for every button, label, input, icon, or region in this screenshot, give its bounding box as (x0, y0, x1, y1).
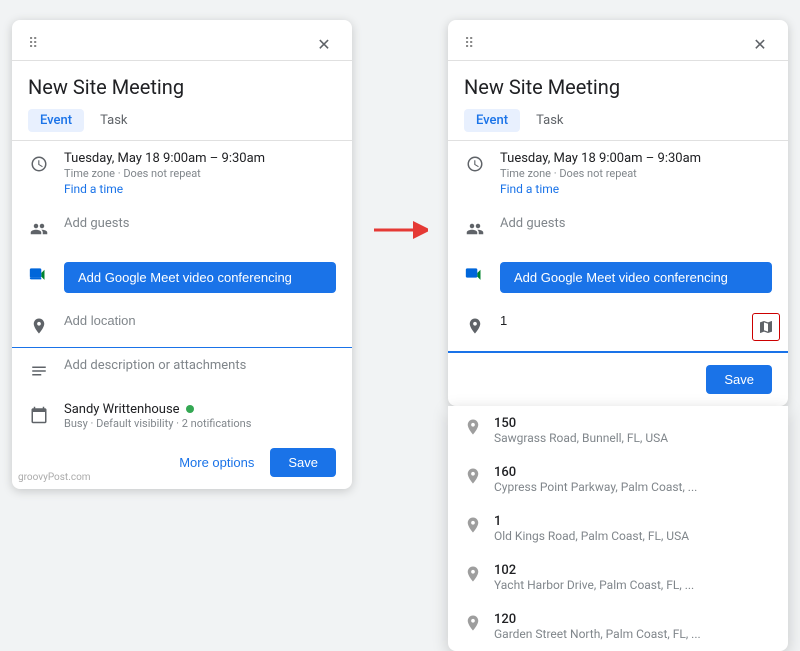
meet-icon-container-right (464, 262, 486, 284)
location-icon-right (464, 315, 486, 337)
person-name-left: Sandy Writtenhouse (64, 402, 336, 417)
description-row-left: Add description or attachments (12, 348, 352, 392)
meet-content-right: Add Google Meet video conferencing (500, 260, 772, 293)
add-guests-text-left: Add guests (64, 216, 336, 231)
autocomplete-dropdown: 150 Sawgrass Road, Bunnell, FL, USA 160 … (448, 406, 788, 651)
close-button-left[interactable]: ✕ (312, 32, 336, 56)
location-content-left (64, 313, 336, 328)
save-button-right[interactable]: Save (706, 365, 772, 394)
person-content-left: Sandy Writtenhouse Busy · Default visibi… (64, 402, 336, 430)
location-row-left (12, 303, 352, 348)
right-panel-title: New Site Meeting (448, 61, 788, 109)
clock-icon-right (464, 153, 486, 175)
datetime-text-left: Tuesday, May 18 9:00am – 9:30am (64, 151, 336, 166)
description-text-left: Add description or attachments (64, 358, 336, 373)
autocomplete-text-2: 1 Old Kings Road, Palm Coast, FL, USA (494, 514, 689, 543)
calendar-icon-left (28, 404, 50, 426)
autocomplete-item-2[interactable]: 1 Old Kings Road, Palm Coast, FL, USA (448, 504, 788, 553)
right-panel-header: ⠿ ✕ (448, 20, 788, 61)
save-button-left[interactable]: Save (270, 448, 336, 477)
person-status-left: Busy · Default visibility · 2 notificati… (64, 417, 336, 430)
datetime-row-right: Tuesday, May 18 9:00am – 9:30am Time zon… (448, 141, 788, 206)
add-guests-text-right: Add guests (500, 216, 772, 231)
timezone-text-left: Time zone · Does not repeat (64, 167, 336, 180)
arrow-container (372, 20, 428, 240)
meet-icon-container-left (28, 262, 50, 284)
more-options-button[interactable]: More options (171, 449, 262, 476)
location-input-left[interactable] (64, 313, 336, 328)
autocomplete-text-1: 160 Cypress Point Parkway, Palm Coast, .… (494, 465, 697, 494)
datetime-text-right: Tuesday, May 18 9:00am – 9:30am (500, 151, 772, 166)
autocomplete-item-4[interactable]: 120 Garden Street North, Palm Coast, FL,… (448, 602, 788, 651)
guests-content-left: Add guests (64, 216, 336, 231)
drag-handle: ⠿ (28, 36, 39, 52)
meet-button-left[interactable]: Add Google Meet video conferencing (64, 262, 336, 293)
timezone-text-right: Time zone · Does not repeat (500, 167, 772, 180)
datetime-content-right: Tuesday, May 18 9:00am – 9:30am Time zon… (500, 151, 772, 196)
autocomplete-text-3: 102 Yacht Harbor Drive, Palm Coast, FL, … (494, 563, 694, 592)
right-panel: ⠿ ✕ New Site Meeting Event Task Tuesday,… (448, 20, 788, 406)
description-content-left: Add description or attachments (64, 358, 336, 373)
tab-event-left[interactable]: Event (28, 109, 84, 132)
datetime-row-left: Tuesday, May 18 9:00am – 9:30am Time zon… (12, 141, 352, 206)
right-panel-footer: Save (448, 357, 788, 406)
autocomplete-item-1[interactable]: 160 Cypress Point Parkway, Palm Coast, .… (448, 455, 788, 504)
description-icon-left (28, 360, 50, 382)
drag-handle-right: ⠿ (464, 36, 475, 52)
meet-row-right: Add Google Meet video conferencing (448, 250, 788, 303)
tab-task-right[interactable]: Task (524, 109, 575, 132)
autocomplete-item-3[interactable]: 102 Yacht Harbor Drive, Palm Coast, FL, … (448, 553, 788, 602)
meet-row-left: Add Google Meet video conferencing (12, 250, 352, 303)
person-icon-left (28, 218, 50, 240)
location-content-right (500, 313, 738, 328)
find-time-link-right[interactable]: Find a time (500, 182, 772, 196)
guests-content-right: Add guests (500, 216, 772, 231)
location-icon-left (28, 315, 50, 337)
calendar-row-left: Sandy Writtenhouse Busy · Default visibi… (12, 392, 352, 440)
left-panel-header: ⠿ ✕ (12, 20, 352, 61)
map-icon-button[interactable] (752, 313, 780, 341)
watermark: groovyPost.com (18, 472, 91, 483)
status-dot-left (186, 405, 194, 413)
close-button-right[interactable]: ✕ (748, 32, 772, 56)
main-container: ⠿ ✕ New Site Meeting Event Task Tuesday,… (0, 0, 800, 540)
tab-task-left[interactable]: Task (88, 109, 139, 132)
autocomplete-item-0[interactable]: 150 Sawgrass Road, Bunnell, FL, USA (448, 406, 788, 455)
arrow-icon (372, 220, 428, 240)
location-input-right[interactable] (500, 313, 738, 328)
find-time-link-left[interactable]: Find a time (64, 182, 336, 196)
autocomplete-text-0: 150 Sawgrass Road, Bunnell, FL, USA (494, 416, 668, 445)
autocomplete-text-4: 120 Garden Street North, Palm Coast, FL,… (494, 612, 701, 641)
datetime-content-left: Tuesday, May 18 9:00am – 9:30am Time zon… (64, 151, 336, 196)
person-icon-right (464, 218, 486, 240)
tab-event-right[interactable]: Event (464, 109, 520, 132)
guests-row-left: Add guests (12, 206, 352, 250)
meet-content-left: Add Google Meet video conferencing (64, 260, 336, 293)
left-panel: ⠿ ✕ New Site Meeting Event Task Tuesday,… (12, 20, 352, 489)
left-panel-title: New Site Meeting (12, 61, 352, 109)
guests-row-right: Add guests (448, 206, 788, 250)
meet-button-right[interactable]: Add Google Meet video conferencing (500, 262, 772, 293)
location-row-right (448, 303, 788, 353)
left-tabs: Event Task (12, 109, 352, 132)
right-tabs: Event Task (448, 109, 788, 132)
clock-icon-left (28, 153, 50, 175)
